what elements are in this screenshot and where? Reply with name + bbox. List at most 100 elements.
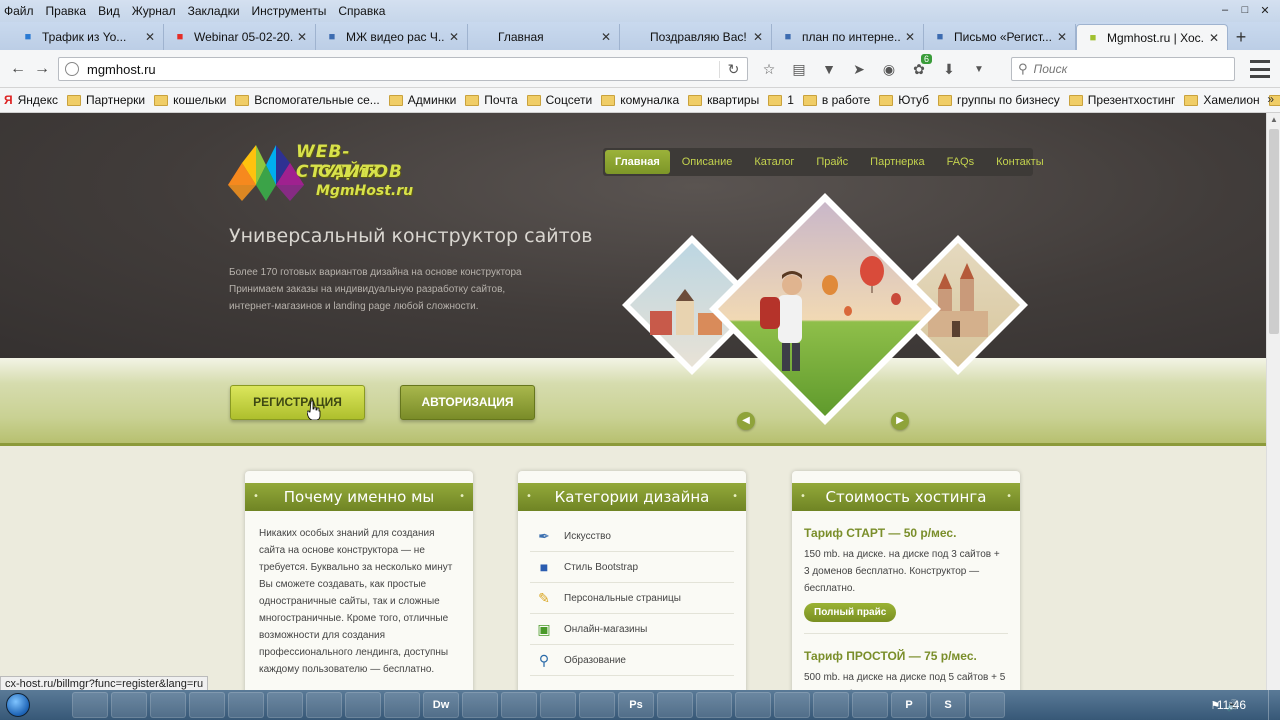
taskbar-app[interactable]: Dw [423,692,459,718]
taskbar-app[interactable] [267,692,303,718]
taskbar-app[interactable] [228,692,264,718]
bookmark-item[interactable]: квартиры [688,93,759,107]
category-item-art[interactable]: ✒ Искусство [530,521,734,552]
bookmark-item[interactable]: 1 [768,93,794,107]
site-info-icon[interactable] [65,62,79,76]
menu-tools[interactable]: Инструменты [246,4,333,18]
scrollbar-thumb[interactable] [1269,129,1279,334]
bookmark-item[interactable]: кошельки [154,93,226,107]
clock[interactable]: 11:46 [1217,698,1246,712]
category-item-education[interactable]: ⚲ Образование [530,645,734,676]
taskbar-app[interactable]: P [891,692,927,718]
send-icon[interactable]: ➤ [848,59,870,79]
nav-faqs[interactable]: FAQs [937,150,985,174]
menu-help[interactable]: Справка [332,4,391,18]
taskbar-app[interactable] [540,692,576,718]
browser-tab[interactable]: ■ МЖ видео рас Ч... ✕ [316,24,468,50]
download-icon[interactable]: ⬇ [938,59,960,79]
tab-close-icon[interactable]: ✕ [905,30,915,44]
menu-edit[interactable]: Правка [40,4,93,18]
star-icon[interactable]: ☆ [758,59,780,79]
taskbar-app[interactable] [462,692,498,718]
bookmark-item[interactable]: комуналка [601,93,679,107]
scroll-up-icon[interactable]: ▲ [1270,115,1278,124]
page-scrollbar[interactable]: ▲ [1266,113,1280,690]
taskbar-app[interactable]: Ps [618,692,654,718]
category-item-shops[interactable]: ▣ Онлайн-магазины [530,614,734,645]
slider-next-button[interactable]: ▶ [891,412,909,430]
pocket-icon[interactable]: ▼ [818,59,840,79]
browser-tab[interactable]: ■ Трафик из Yo... ✕ [12,24,164,50]
browser-tab[interactable]: Главная ✕ [468,24,620,50]
close-icon[interactable]: ✕ [1256,2,1274,18]
forward-icon[interactable]: → [30,57,54,81]
reading-list-icon[interactable]: ▤ [788,59,810,79]
bookmark-item[interactable]: Вспомогательные се... [235,93,380,107]
bookmark-item[interactable]: Админки [388,93,456,107]
tab-close-icon[interactable]: ✕ [145,30,155,44]
menu-bookmarks[interactable]: Закладки [182,4,246,18]
dropdown-icon[interactable]: ▼ [968,59,990,79]
category-item-personal[interactable]: ✎ Персональные страницы [530,583,734,614]
browser-tab[interactable]: ■ Webinar 05-02-20... ✕ [164,24,316,50]
taskbar-app[interactable] [657,692,693,718]
bookmark-item[interactable]: Презентхостинг [1068,93,1175,107]
menu-icon[interactable] [1250,60,1270,78]
tab-close-icon[interactable]: ✕ [753,30,763,44]
nav-contacts[interactable]: Контакты [986,150,1054,174]
more-bookmarks-icon[interactable]: » [1267,92,1274,106]
bookmark-item[interactable]: Соцсети [526,93,592,107]
browser-tab[interactable]: ■ Письмо «Регист... ✕ [924,24,1076,50]
bookmark-item[interactable]: группы по бизнесу [938,93,1060,107]
taskbar-app[interactable] [579,692,615,718]
taskbar-app[interactable] [384,692,420,718]
taskbar-app[interactable] [189,692,225,718]
taskbar-app[interactable] [852,692,888,718]
login-button[interactable]: АВТОРИЗАЦИЯ [400,385,535,420]
nav-partners[interactable]: Партнерка [860,150,934,174]
nav-home[interactable]: Главная [605,150,670,174]
maximize-icon[interactable]: □ [1236,2,1254,18]
taskbar-app[interactable] [306,692,342,718]
bookmark-item[interactable]: Почта [465,93,518,107]
taskbar-app[interactable] [813,692,849,718]
chat-icon[interactable]: ◉ [878,59,900,79]
menu-file[interactable]: Файл [0,4,40,18]
taskbar-app[interactable] [501,692,537,718]
bookmark-item[interactable]: Я Яндекс [4,93,58,107]
menu-view[interactable]: Вид [92,4,126,18]
show-desktop-button[interactable] [1268,690,1280,720]
taskbar-app[interactable]: S [930,692,966,718]
taskbar-app[interactable] [969,692,1005,718]
minimize-icon[interactable]: – [1216,2,1234,18]
bookmark-item[interactable]: в работе [802,93,870,107]
taskbar-app[interactable] [345,692,381,718]
bookmark-item[interactable]: Хамелион [1184,93,1260,107]
search-bar[interactable]: ⚲ [1011,57,1235,81]
search-input[interactable] [1033,62,1214,76]
browser-tab[interactable]: ■ план по интерне... ✕ [772,24,924,50]
new-tab-icon[interactable]: + [1228,24,1254,50]
address-bar[interactable]: mgmhost.ru ↻ [58,57,748,81]
category-item-bootstrap[interactable]: ■ Стиль Bootstrap [530,552,734,583]
tab-close-icon[interactable]: ✕ [601,30,611,44]
browser-tab[interactable]: ■ Mgmhost.ru | Хос... ✕ [1076,24,1228,50]
nav-description[interactable]: Описание [672,150,743,174]
full-price-button[interactable]: Полный прайс [804,603,897,622]
back-icon[interactable]: ← [6,57,30,81]
taskbar-app[interactable] [150,692,186,718]
bookmark-item[interactable]: Ютуб [879,93,929,107]
url-text[interactable]: mgmhost.ru [87,62,719,77]
addon-icon[interactable]: ✿ 6 [908,54,932,79]
register-button[interactable]: РЕГИСТРАЦИЯ [230,385,365,420]
taskbar-app[interactable] [735,692,771,718]
taskbar-app[interactable] [72,692,108,718]
start-button[interactable] [0,690,36,720]
bookmark-item[interactable]: Партнерки [66,93,145,107]
taskbar-app[interactable] [774,692,810,718]
tab-close-icon[interactable]: ✕ [1209,31,1219,45]
menu-history[interactable]: Журнал [126,4,182,18]
nav-price[interactable]: Прайс [806,150,858,174]
taskbar-app[interactable] [111,692,147,718]
taskbar-app[interactable] [696,692,732,718]
